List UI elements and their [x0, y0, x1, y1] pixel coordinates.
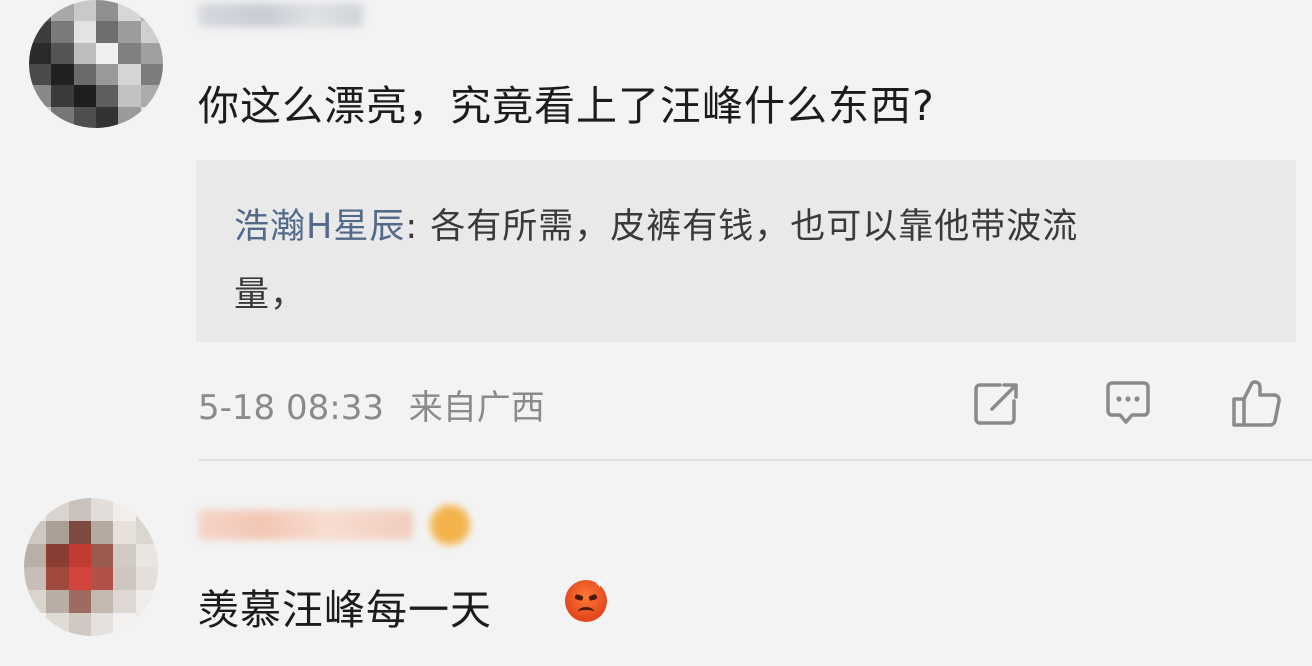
reply-author-link[interactable]: 浩瀚H星辰	[234, 207, 405, 247]
reply-preview[interactable]: 浩瀚H星辰: 各有所需，皮裤有钱，也可以靠他带波流 量，	[196, 160, 1296, 342]
share-icon[interactable]	[966, 373, 1026, 433]
username-blurred[interactable]	[198, 3, 363, 27]
comment-text: 羡慕汪峰每一天	[198, 586, 492, 634]
reply-line: 浩瀚H星辰: 各有所需，皮裤有钱，也可以靠他带波流	[234, 198, 1078, 249]
timestamp: 5-18 08:33	[198, 388, 384, 428]
location: 来自广西	[408, 388, 545, 428]
like-icon[interactable]	[1226, 373, 1286, 433]
username-blurred[interactable]	[198, 510, 413, 540]
reply-text: 各有所需，皮裤有钱，也可以靠他带波流	[430, 207, 1079, 247]
comment-text: 你这么漂亮，究竟看上了汪峰什么东西?	[198, 82, 935, 130]
comment-meta: 5-18 08:33 来自广西	[198, 380, 545, 429]
reply-text-continued: 量，	[234, 275, 307, 315]
reply-separator: :	[405, 207, 431, 247]
avatar[interactable]	[29, 0, 163, 128]
angry-face-icon: ✦	[565, 579, 607, 622]
comment-icon[interactable]	[1098, 373, 1158, 433]
divider	[198, 459, 1312, 461]
vip-badge-icon	[428, 503, 472, 547]
avatar[interactable]	[24, 498, 158, 636]
